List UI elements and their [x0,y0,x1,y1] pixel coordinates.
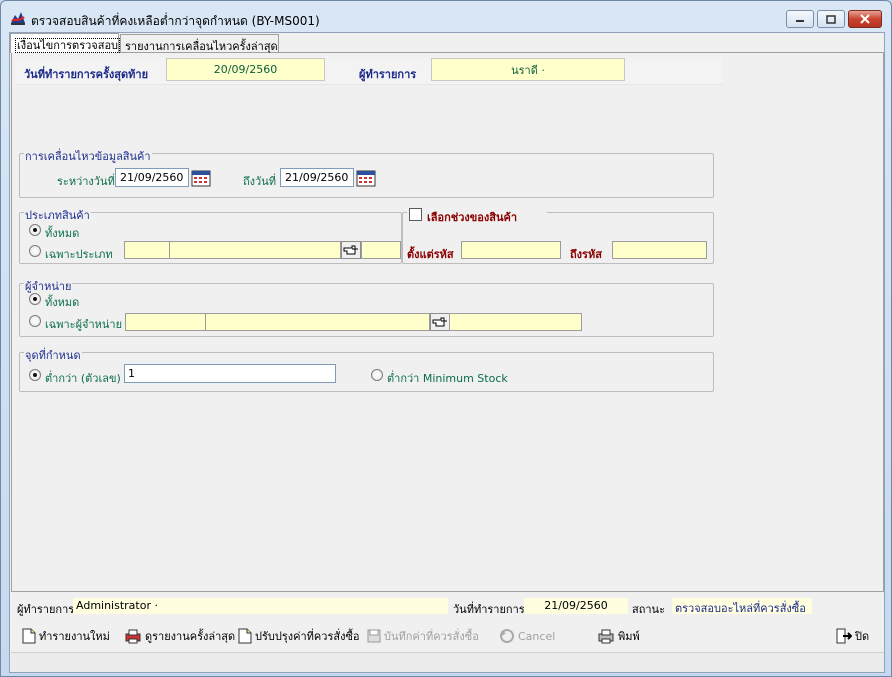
tab-last-report-label: รายงานการเคลื่อนไหวครั้งล่าสุด [125,40,278,53]
supplier-code-field[interactable] [125,313,206,331]
status-state-label: สถานะ [632,603,665,616]
exit-button[interactable]: ปิด [836,626,869,646]
close-window-button[interactable] [848,10,882,28]
last-date-label: วันที่ทำรายการครั้งสุดท้าย [24,68,149,81]
range-to-label: ถึงรหัส [570,248,602,261]
print-button[interactable]: พิมพ์ [597,626,640,646]
product-type-lookup-button[interactable] [341,241,361,259]
range-to-field[interactable] [612,241,707,259]
window-title: ตรวจสอบสินค้าที่คงเหลือต่ำกว่าจุดกำหนด (… [31,14,320,28]
save-order-label: บันทึกค่าที่ควรสั่งซื้อ [384,630,479,643]
calendar-icon[interactable] [356,169,376,187]
print-label: พิมพ์ [618,630,640,643]
minimize-icon [796,20,804,22]
status-operator-label: ผู้ทำรายการ [17,603,75,616]
to-date-input[interactable]: 21/09/2560 [280,168,354,187]
threshold-min-stock-label: ต่ำกว่า Minimum Stock [387,372,508,385]
exit-label: ปิด [855,630,870,643]
new-report-button[interactable]: ทำรายงานใหม่ [22,626,110,646]
operator-value: นราดี · [431,58,625,81]
app-logo-icon [9,9,27,27]
threshold-number-radio[interactable] [29,369,41,381]
product-type-specific-label: เฉพาะประเภท [45,248,113,261]
supplier-lookup-button[interactable] [430,313,450,331]
to-date-label: ถึงวันที่ [243,175,276,188]
tab-conditions[interactable]: เงื่อนไขการตรวจสอบ [10,33,121,53]
status-operator-value: Administrator · [73,598,448,614]
tab-conditions-label: เงื่อนไขการตรวจสอบ [15,38,121,53]
supplier-extra-field[interactable] [449,313,582,331]
from-date-input[interactable]: 21/09/2560 [115,168,189,187]
product-type-all-radio[interactable] [29,224,41,236]
status-date-label: วันที่ทำรายการ [453,603,525,616]
bottom-status-bar [11,652,884,672]
maximize-icon [826,14,836,24]
close-icon [860,14,870,24]
from-date-label: ระหว่างวันที่ [57,175,115,188]
product-range-checkbox[interactable] [409,208,422,221]
supplier-all-radio[interactable] [29,293,41,305]
new-document-icon [22,628,36,644]
status-state-value: ตรวจสอบอะไหล่ที่ควรสั่งซื้อ [672,598,812,615]
product-range-label: เลือกช่วงของสินค้า [427,211,518,224]
save-disk-icon [367,629,381,643]
printer-icon [598,629,614,644]
threshold-min-stock-radio[interactable] [371,369,383,381]
cancel-label: Cancel [518,629,556,643]
exit-door-icon [836,628,852,644]
threshold-title: จุดที่กำหนด [24,346,82,364]
tab-last-report[interactable]: รายงานการเคลื่อนไหวครั้งล่าสุด [120,34,279,53]
supplier-name-field[interactable] [205,313,430,331]
threshold-number-label: ต่ำกว่า (ตัวเลข) [45,372,121,385]
minimize-button[interactable] [786,10,814,28]
view-last-report-button[interactable]: ดูรายงานครั้งล่าสุด [124,626,235,646]
product-type-code-field[interactable] [124,241,170,259]
supplier-specific-label: เฉพาะผู้จำหน่าย [45,318,123,331]
supplier-all-label: ทั้งหมด [45,296,80,309]
last-date-value: 20/09/2560 [166,58,325,81]
update-order-label: ปรับปรุงค่าที่ควรสั่งซื้อ [255,630,360,643]
product-type-extra-field[interactable] [361,241,401,259]
document-icon [238,628,252,644]
product-type-title: ประเภทสินค้า [24,206,91,224]
printer-view-icon [125,629,141,644]
operator-label: ผู้ทำรายการ [359,68,417,81]
product-type-all-label: ทั้งหมด [45,227,80,240]
pointing-hand-icon [343,245,358,255]
update-order-button[interactable]: ปรับปรุงค่าที่ควรสั่งซื้อ [238,626,360,646]
undo-icon [500,629,514,643]
cancel-button[interactable]: Cancel [499,626,555,646]
calendar-icon[interactable] [191,169,211,187]
view-last-report-label: ดูรายงานครั้งล่าสุด [145,630,236,643]
new-report-label: ทำรายงานใหม่ [39,630,110,643]
save-order-button[interactable]: บันทึกค่าที่ควรสั่งซื้อ [367,626,479,646]
pointing-hand-icon [432,317,447,327]
product-type-specific-radio[interactable] [29,245,41,257]
product-type-name-field[interactable] [169,241,341,259]
movement-group-title: การเคลื่อนไหวข้อมูลสินค้า [24,147,152,165]
status-date-value: 21/09/2560 [524,598,628,614]
range-from-label: ตั้งแต่รหัส [407,248,454,261]
threshold-number-input[interactable]: 1 [124,364,336,383]
maximize-button[interactable] [817,10,845,28]
supplier-specific-radio[interactable] [29,315,41,327]
range-from-field[interactable] [461,241,561,259]
